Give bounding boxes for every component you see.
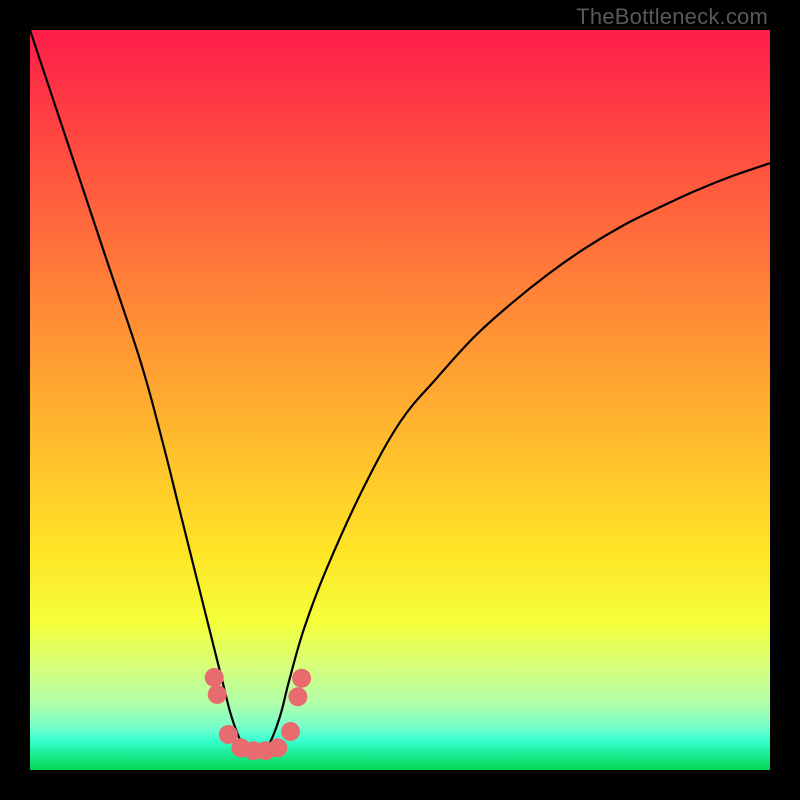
bottleneck-curve-svg: [30, 30, 770, 770]
curve-markers: [205, 668, 311, 760]
curve-marker: [288, 687, 307, 706]
curve-marker: [281, 722, 300, 741]
watermark-text: TheBottleneck.com: [576, 4, 768, 30]
curve-marker: [208, 685, 227, 704]
bottleneck-curve-path: [30, 30, 770, 752]
curve-marker: [268, 738, 287, 757]
chart-plot-area: [30, 30, 770, 770]
curve-marker: [205, 668, 224, 687]
curve-marker: [292, 669, 311, 688]
